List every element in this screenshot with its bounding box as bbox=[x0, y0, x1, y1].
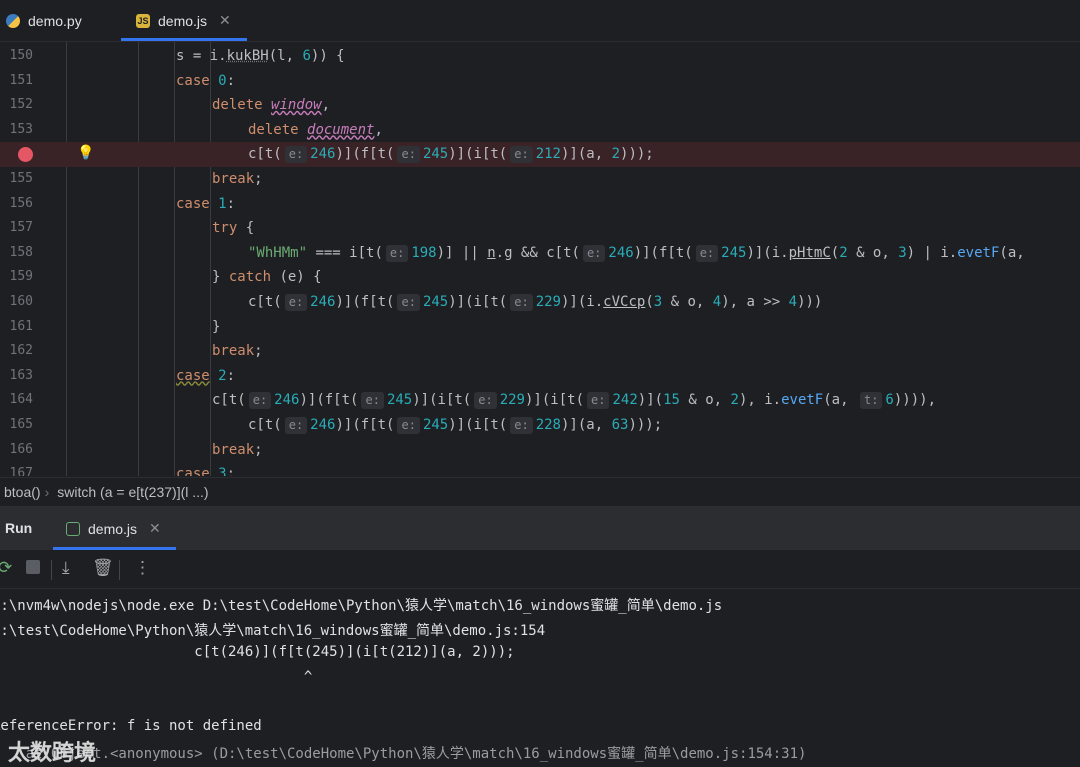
line-number: 156 bbox=[9, 195, 33, 211]
line-number: 165 bbox=[9, 417, 33, 432]
stop-icon[interactable] bbox=[26, 560, 40, 574]
line-number: 158 bbox=[9, 244, 33, 260]
code-text: } catch (e) { bbox=[212, 269, 322, 286]
line-number: 150 bbox=[9, 48, 33, 63]
code-line: 158 "WhHMm" === i[t(e: 198)] || n.g && c[… bbox=[0, 241, 1080, 266]
breadcrumb: btoa() › switch (a = e[t(237)](l ...) bbox=[0, 477, 1080, 506]
code-line: 162 break; bbox=[0, 339, 1080, 364]
code-text: } bbox=[212, 318, 221, 335]
close-icon[interactable]: ✕ bbox=[219, 12, 231, 29]
console-line: ^ bbox=[0, 668, 313, 685]
console-line: c[t(246)](f[t(245)](i[t(212)](a, 2))); bbox=[0, 644, 515, 661]
line-number: 151 bbox=[9, 72, 33, 88]
code-text: delete window, bbox=[212, 97, 331, 114]
code-line: 165 c[t(e: 246)](f[t(e: 245)](i[t(e: 228)](… bbox=[0, 413, 1080, 438]
close-icon[interactable]: ✕ bbox=[149, 520, 161, 537]
chevron-right-icon: › bbox=[44, 484, 50, 500]
code-text: case 3: bbox=[176, 466, 236, 476]
console-line: ReferenceError: f is not defined bbox=[0, 718, 262, 734]
line-number: 159 bbox=[9, 269, 33, 285]
code-line: 167 case 3: bbox=[0, 462, 1080, 476]
tab-label: demo.js bbox=[158, 12, 208, 29]
code-text: case 2: bbox=[176, 367, 236, 384]
tab-demo-py[interactable]: demo.py bbox=[6, 0, 82, 41]
line-number: 163 bbox=[9, 367, 33, 383]
console-line[interactable]: at Object.<anonymous> (D:\test\CodeHome\… bbox=[0, 743, 807, 763]
code-text: "WhHMm" === i[t(e: 198)] || n.g && c[t(e:… bbox=[248, 244, 1025, 262]
tab-label: demo.py bbox=[28, 12, 82, 29]
code-line: 159 } catch (e) { bbox=[0, 265, 1080, 290]
scroll-to-end-icon[interactable]: ⤓ bbox=[62, 558, 70, 578]
code-line: 160 c[t(e: 246)](f[t(e: 245)](i[t(e: 229)](… bbox=[0, 290, 1080, 315]
code-text: break; bbox=[212, 441, 263, 458]
code-text: c[t(e: 246)](f[t(e: 245)](i[t(e: 228)](a, 6… bbox=[248, 417, 663, 434]
line-number: 162 bbox=[9, 343, 33, 359]
code-text: c[t(e: 246)](f[t(e: 245)](i[t(e: 229)](i.cV… bbox=[248, 294, 823, 311]
line-number: 155 bbox=[9, 171, 33, 186]
line-number: 161 bbox=[9, 318, 33, 334]
code-line: 164 c[t(e: 246)](f[t(e: 245)](i[t(e: 229)](… bbox=[0, 388, 1080, 413]
toolbar-divider bbox=[51, 560, 52, 580]
code-line: 156 case 1: bbox=[0, 192, 1080, 217]
breadcrumb-item[interactable]: btoa() bbox=[4, 484, 41, 500]
code-line: 157 try { bbox=[0, 216, 1080, 241]
breadcrumb-item[interactable]: switch (a = e[t(237)](l ...) bbox=[57, 484, 208, 500]
code-text: try { bbox=[212, 220, 255, 237]
line-number: 164 bbox=[9, 392, 33, 408]
code-line: 163 case 2: bbox=[0, 364, 1080, 389]
code-text: break; bbox=[212, 171, 263, 187]
run-tool-window-header: Run demo.js ✕ bbox=[0, 506, 1080, 550]
console-line: C:\nvm4w\nodejs\node.exe D:\test\CodeHom… bbox=[0, 598, 723, 614]
run-panel-title: Run bbox=[5, 520, 33, 536]
more-options-icon[interactable]: ⋮ bbox=[134, 558, 151, 578]
watermark-logo: 太数跨境 bbox=[8, 740, 97, 765]
line-number: 167 bbox=[9, 466, 33, 476]
console-output[interactable]: C:\nvm4w\nodejs\node.exe D:\test\CodeHom… bbox=[0, 589, 1080, 766]
nodejs-icon bbox=[66, 521, 80, 536]
line-number: 157 bbox=[9, 220, 33, 236]
active-tab-indicator bbox=[121, 38, 247, 41]
code-text: delete document, bbox=[248, 121, 383, 138]
code-line-breakpoint: 💡 c[t(e: 246)](f[t(e: 245)](i[t(e: 212)](a,… bbox=[0, 142, 1080, 167]
python-file-icon bbox=[6, 13, 20, 28]
code-text: c[t(e: 246)](f[t(e: 245)](i[t(e: 212)](a, 2… bbox=[248, 146, 654, 164]
trash-icon[interactable]: 🗑 bbox=[92, 558, 114, 578]
toolbar-divider bbox=[119, 560, 120, 580]
run-tab-label: demo.js bbox=[88, 520, 138, 537]
breakpoint-icon[interactable] bbox=[18, 147, 33, 163]
code-line: 161 } bbox=[0, 315, 1080, 340]
console-line[interactable]: D:\test\CodeHome\Python\猿人学\match\16_win… bbox=[0, 620, 545, 640]
line-number: 152 bbox=[9, 97, 33, 113]
code-line: 150 s = i.kukBH(l, 6)) { bbox=[0, 44, 1080, 69]
run-tab-demo-js[interactable]: demo.js ✕ bbox=[66, 520, 161, 537]
tab-demo-js[interactable]: JS demo.js ✕ bbox=[136, 0, 231, 41]
line-number: 160 bbox=[9, 294, 33, 309]
code-text: case 1: bbox=[176, 195, 236, 212]
line-number: 153 bbox=[9, 121, 33, 137]
code-line: 152 delete window, bbox=[0, 93, 1080, 118]
code-line: 153 delete document, bbox=[0, 118, 1080, 143]
run-toolbar: ⟳ ⤓ 🗑 ⋮ bbox=[0, 550, 1080, 589]
line-number: 166 bbox=[9, 441, 33, 457]
rerun-icon[interactable]: ⟳ bbox=[0, 558, 12, 578]
code-line: 166 break; bbox=[0, 438, 1080, 463]
editor-tab-bar: demo.py JS demo.js ✕ bbox=[0, 0, 1080, 42]
code-text: c[t(e: 246)](f[t(e: 245)](i[t(e: 229)](i[t(… bbox=[212, 392, 937, 410]
code-text: break; bbox=[212, 343, 263, 360]
lightbulb-icon[interactable]: 💡 bbox=[77, 145, 94, 161]
code-text: case 0: bbox=[176, 72, 236, 89]
code-line: 155 break; bbox=[0, 167, 1080, 192]
code-line: 151 case 0: bbox=[0, 69, 1080, 94]
code-editor[interactable]: 150 s = i.kukBH(l, 6)) { 151 case 0: 152… bbox=[0, 42, 1080, 476]
javascript-file-icon: JS bbox=[136, 13, 150, 28]
code-text: s = i.kukBH(l, 6)) { bbox=[176, 48, 345, 64]
